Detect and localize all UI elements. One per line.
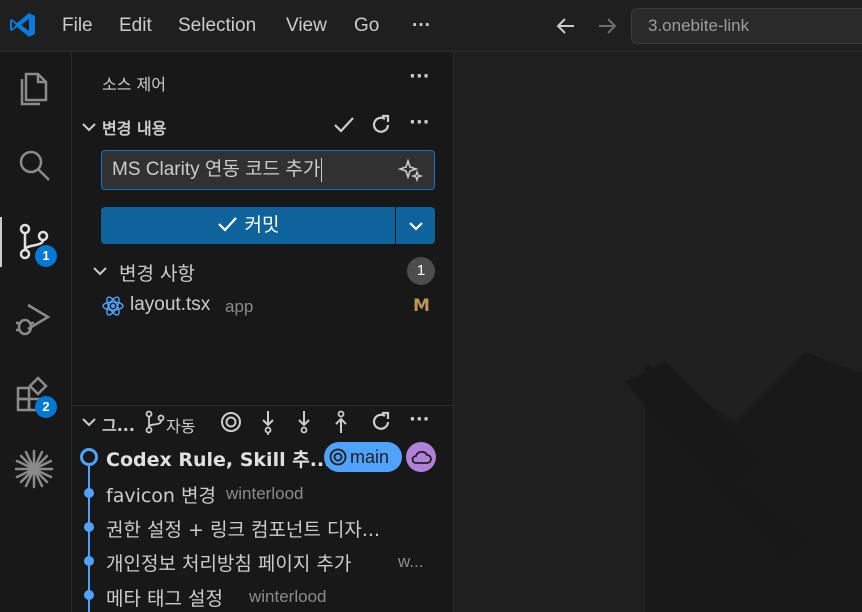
cloud-icon: [411, 450, 432, 464]
search-icon[interactable]: [12, 143, 56, 187]
branch-icon: [145, 410, 165, 434]
source-control-badge: 1: [35, 245, 57, 267]
extensions-badge: 2: [35, 396, 57, 418]
menu-edit[interactable]: Edit: [119, 0, 152, 52]
menu-file[interactable]: File: [62, 0, 93, 52]
command-center-search[interactable]: 3.onebite-link: [631, 8, 862, 44]
branch-tag-label: main: [350, 447, 390, 467]
graph-node: [84, 556, 94, 566]
vscode-watermark-icon: [625, 352, 862, 612]
chevron-down-icon[interactable]: [76, 409, 102, 435]
explorer-icon[interactable]: [12, 66, 56, 110]
target-icon[interactable]: [218, 409, 244, 435]
run-debug-icon[interactable]: [12, 297, 56, 341]
menu-more[interactable]: ···: [412, 0, 431, 52]
commit-row-message[interactable]: 개인정보 처리방침 페이지 추가: [106, 549, 351, 576]
codex-icon[interactable]: [12, 447, 56, 491]
activity-bar: 1 2: [0, 52, 72, 612]
commit-button-label: 커밋: [244, 214, 280, 236]
sidebar-title: 소스 제어: [102, 75, 166, 94]
commit-row-author: winterlood: [249, 587, 327, 606]
commit-row-message[interactable]: 메타 태그 설정: [106, 584, 223, 611]
pull-icon[interactable]: [291, 409, 317, 435]
editor-area: [455, 52, 862, 612]
menu-view[interactable]: View: [286, 0, 327, 52]
chevron-down-icon[interactable]: [87, 258, 113, 284]
commit-row-message[interactable]: Codex Rule, Skill 추...: [106, 445, 331, 472]
target-icon: [329, 448, 347, 466]
graph-head-node: [80, 448, 98, 466]
graph-more-button[interactable]: ···: [409, 409, 430, 430]
refresh-icon[interactable]: [368, 112, 394, 138]
graph-node: [84, 590, 94, 600]
graph-section-title[interactable]: 그...: [102, 412, 135, 436]
menu-go[interactable]: Go: [354, 0, 379, 52]
chevron-down-icon[interactable]: [76, 114, 102, 140]
vscode-logo-icon: [10, 13, 35, 37]
commit-row-message[interactable]: favicon 변경: [106, 481, 216, 508]
remote-tag: [406, 442, 436, 472]
commit-row-author: w...: [398, 552, 424, 571]
graph-auto-label[interactable]: 자동: [166, 413, 195, 437]
sparkle-icon[interactable]: [398, 157, 424, 183]
section-divider: [72, 405, 454, 406]
graph-node: [84, 522, 94, 532]
commit-row-message[interactable]: 권한 설정 + 링크 컴포넌트 디자...: [106, 515, 380, 542]
menu-selection[interactable]: Selection: [178, 0, 256, 52]
file-name[interactable]: layout.tsx: [130, 294, 210, 316]
back-arrow-icon[interactable]: [553, 13, 579, 39]
active-indicator: [0, 217, 2, 267]
fetch-icon[interactable]: [255, 409, 281, 435]
forward-arrow-icon[interactable]: [594, 13, 620, 39]
commit-message-input[interactable]: MS Clarity 연동 코드 추가: [101, 150, 435, 190]
changes-count-badge: 1: [407, 257, 435, 285]
refresh-icon[interactable]: [368, 409, 394, 435]
commit-button[interactable]: 커밋: [101, 207, 395, 244]
commit-row-author: winterlood: [226, 484, 304, 503]
commit-message-text: MS Clarity 연동 코드 추가: [112, 159, 321, 180]
branch-tag-main: main: [324, 442, 402, 472]
commit-dropdown-button[interactable]: [396, 207, 435, 244]
graph-node: [84, 488, 94, 498]
text-caret: [321, 157, 323, 182]
commit-check-icon[interactable]: [331, 112, 357, 138]
file-directory: app: [225, 297, 254, 316]
title-bar: File Edit Selection View Go ··· 3.onebit…: [0, 0, 862, 52]
chevron-down-icon: [409, 222, 423, 231]
sidebar-more-button[interactable]: ···: [409, 66, 430, 87]
changes-section-title[interactable]: 변경 내용: [102, 115, 166, 139]
react-file-icon: [102, 296, 124, 316]
changes-more-button[interactable]: ···: [409, 112, 430, 133]
push-icon[interactable]: [328, 409, 354, 435]
file-status-modified: M: [413, 296, 430, 316]
changes-group-label[interactable]: 변경 사항: [119, 259, 195, 286]
check-icon: [218, 217, 238, 232]
source-control-sidebar: 소스 제어 ··· 변경 내용 ··· MS Clarity 연동 코드 추가 …: [72, 52, 454, 612]
